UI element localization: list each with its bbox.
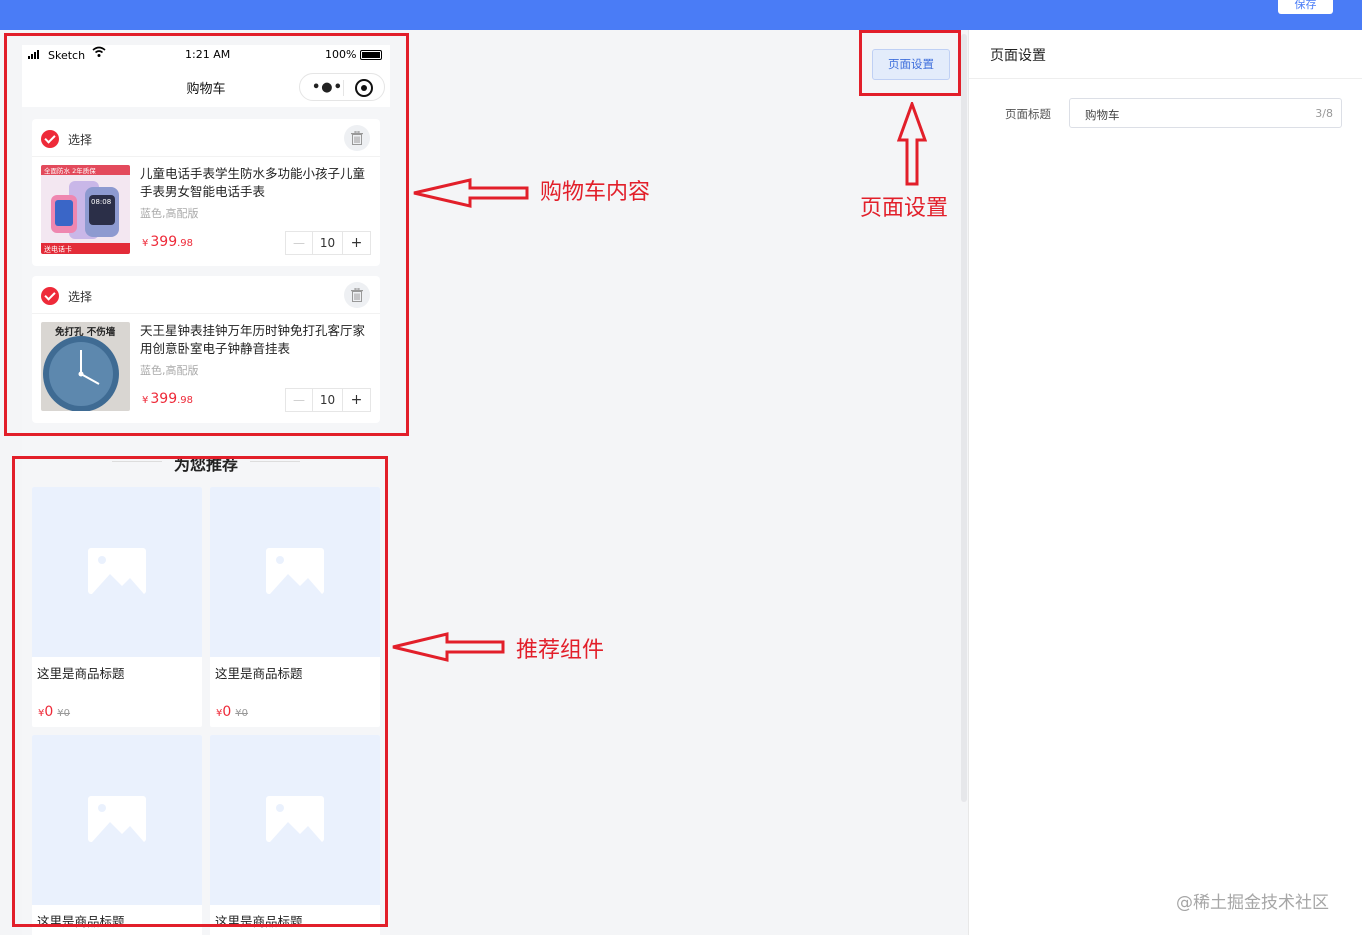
arrow-left-icon	[413, 178, 529, 208]
annotation-recommend-component: 推荐组件	[516, 638, 605, 663]
arrow-left-icon	[392, 632, 505, 662]
annotation-page-settings: 页面设置	[860, 196, 949, 221]
settings-panel: 页面设置 页面标题 购物车 3/8	[968, 30, 1362, 935]
page-settings-button[interactable]: 页面设置	[872, 49, 950, 80]
cart-content-highlight	[4, 33, 409, 436]
char-counter: 3/8	[1315, 107, 1333, 120]
recommend-highlight	[12, 456, 388, 927]
save-button[interactable]: 保存	[1278, 0, 1333, 14]
annotation-cart-content: 购物车内容	[540, 180, 651, 205]
page-title-input[interactable]: 购物车 3/8	[1069, 98, 1342, 128]
arrow-up-icon	[897, 102, 927, 186]
page-title-label: 页面标题	[1005, 107, 1051, 121]
watermark: @稀土掘金技术社区	[1176, 893, 1329, 913]
top-toolbar: 保存	[0, 0, 1362, 30]
page-title-input-value: 购物车	[1085, 108, 1120, 122]
panel-title: 页面设置	[990, 48, 1046, 64]
canvas-scrollbar[interactable]	[961, 34, 967, 802]
